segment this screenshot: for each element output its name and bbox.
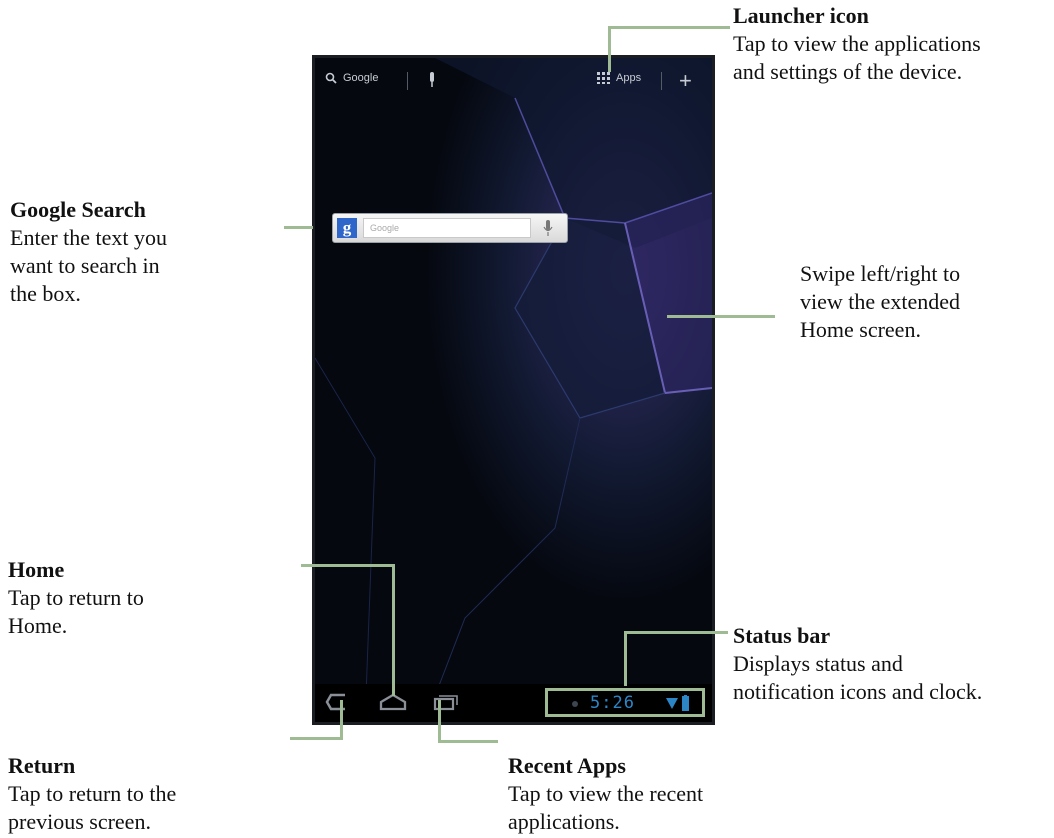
callout-title: Status bar bbox=[733, 623, 831, 648]
leader-line-recent-apps bbox=[438, 700, 441, 743]
callout-recent-apps: Recent Apps Tap to view the recent appli… bbox=[508, 752, 703, 836]
leader-line-return bbox=[290, 737, 343, 740]
callout-desc: previous screen. bbox=[8, 809, 151, 834]
launcher-apps-button[interactable]: Apps bbox=[597, 72, 641, 84]
callout-desc: Enter the text you bbox=[10, 225, 168, 250]
callout-desc: want to search in bbox=[10, 253, 160, 278]
google-search-button[interactable]: Google bbox=[325, 72, 378, 84]
callout-desc: notification icons and clock. bbox=[733, 679, 983, 704]
apps-grid-icon bbox=[597, 72, 610, 84]
callout-desc: Tap to view the recent bbox=[508, 781, 704, 806]
voice-search-button[interactable] bbox=[543, 219, 553, 242]
callout-status-bar: Status bar Displays status and notificat… bbox=[733, 622, 982, 706]
wifi-icon bbox=[666, 698, 678, 709]
leader-line-launcher bbox=[608, 26, 730, 29]
leader-line-google-search bbox=[284, 226, 313, 229]
notification-icon bbox=[572, 701, 578, 707]
apps-label: Apps bbox=[616, 72, 642, 84]
callout-desc: Displays status and bbox=[733, 651, 903, 676]
callout-swipe: Swipe left/right to view the extended Ho… bbox=[800, 260, 960, 344]
tablet-home-screen[interactable]: Google Apps + g Google 5:26 bbox=[312, 55, 715, 725]
callout-desc: Home. bbox=[8, 613, 68, 638]
callout-launcher: Launcher icon Tap to view the applicatio… bbox=[733, 2, 981, 86]
microphone-icon bbox=[430, 72, 434, 87]
recent-apps-button[interactable] bbox=[433, 693, 459, 716]
google-logo-icon: g bbox=[337, 218, 357, 238]
back-button[interactable] bbox=[325, 693, 349, 716]
leader-line-launcher bbox=[608, 26, 611, 72]
clock: 5:26 bbox=[590, 693, 635, 713]
callout-desc: Tap to view the applications bbox=[733, 31, 981, 56]
callout-desc: Tap to return to the bbox=[8, 781, 177, 806]
search-input[interactable]: Google bbox=[363, 218, 531, 238]
callout-desc: view the extended bbox=[800, 289, 961, 314]
callout-title: Launcher icon bbox=[733, 3, 869, 28]
callout-desc: Tap to return to bbox=[8, 585, 144, 610]
status-bar-area[interactable]: 5:26 bbox=[545, 688, 705, 717]
leader-line-status-bar bbox=[624, 631, 728, 634]
leader-line-swipe bbox=[667, 315, 775, 318]
callout-desc: Swipe left/right to bbox=[800, 261, 961, 286]
callout-title: Google Search bbox=[10, 197, 146, 222]
wallpaper bbox=[315, 58, 712, 722]
callout-title: Home bbox=[8, 557, 65, 582]
google-search-label: Google bbox=[343, 72, 379, 84]
leader-line-home bbox=[392, 564, 395, 696]
callout-desc: the box. bbox=[10, 281, 81, 306]
voice-search-button[interactable] bbox=[427, 72, 437, 93]
callout-desc: Home screen. bbox=[800, 317, 921, 342]
callout-return: Return Tap to return to the previous scr… bbox=[8, 752, 176, 836]
divider bbox=[661, 72, 662, 90]
battery-icon bbox=[682, 695, 689, 711]
leader-line-recent-apps bbox=[438, 740, 498, 743]
search-icon bbox=[325, 72, 337, 84]
microphone-icon bbox=[543, 220, 553, 236]
callout-desc: applications. bbox=[508, 809, 620, 834]
back-icon bbox=[325, 693, 345, 711]
add-widget-button[interactable]: + bbox=[679, 68, 692, 94]
callout-title: Return bbox=[8, 753, 76, 778]
system-bar: 5:26 bbox=[315, 684, 712, 722]
callout-google-search: Google Search Enter the text you want to… bbox=[10, 196, 167, 308]
home-top-bar: Google Apps + bbox=[315, 58, 712, 106]
leader-line-status-bar bbox=[624, 631, 627, 686]
home-button[interactable] bbox=[379, 693, 407, 716]
callout-title: Recent Apps bbox=[508, 753, 626, 778]
google-search-widget[interactable]: g Google bbox=[332, 213, 568, 243]
callout-desc: and settings of the device. bbox=[733, 59, 963, 84]
leader-line-home bbox=[301, 564, 395, 567]
divider bbox=[407, 72, 408, 90]
callout-home: Home Tap to return to Home. bbox=[8, 556, 144, 640]
recent-apps-icon bbox=[433, 695, 458, 711]
leader-line-return bbox=[340, 700, 343, 740]
